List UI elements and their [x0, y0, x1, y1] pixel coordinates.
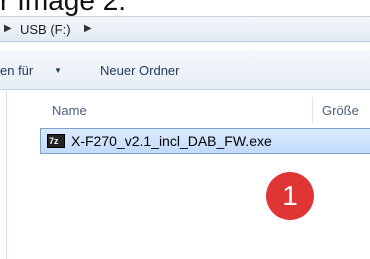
- chevron-right-icon[interactable]: ▶: [84, 23, 92, 34]
- share-menu-button[interactable]: en für: [0, 63, 33, 78]
- column-header-size[interactable]: Größe: [322, 103, 359, 118]
- breadcrumb-drive[interactable]: USB (F:): [20, 22, 71, 37]
- file-row[interactable]: 7z X-F270_v2.1_incl_DAB_FW.exe: [40, 128, 370, 154]
- new-folder-button[interactable]: Neuer Ordner: [100, 63, 179, 78]
- image-caption: r Image 2:: [0, 0, 127, 16]
- address-bar[interactable]: ▶ USB (F:) ▶: [0, 16, 370, 42]
- column-header-name[interactable]: Name: [52, 103, 87, 118]
- command-bar: en für ▼ Neuer Ordner: [0, 50, 370, 90]
- navigation-divider[interactable]: [6, 91, 7, 259]
- file-name[interactable]: X-F270_v2.1_incl_DAB_FW.exe: [71, 133, 272, 149]
- step-number-badge: 1: [266, 172, 314, 220]
- 7z-archive-icon: 7z: [47, 134, 65, 148]
- chevron-right-icon[interactable]: ▶: [4, 23, 12, 34]
- dropdown-caret-icon[interactable]: ▼: [54, 66, 62, 75]
- column-separator[interactable]: [312, 97, 313, 123]
